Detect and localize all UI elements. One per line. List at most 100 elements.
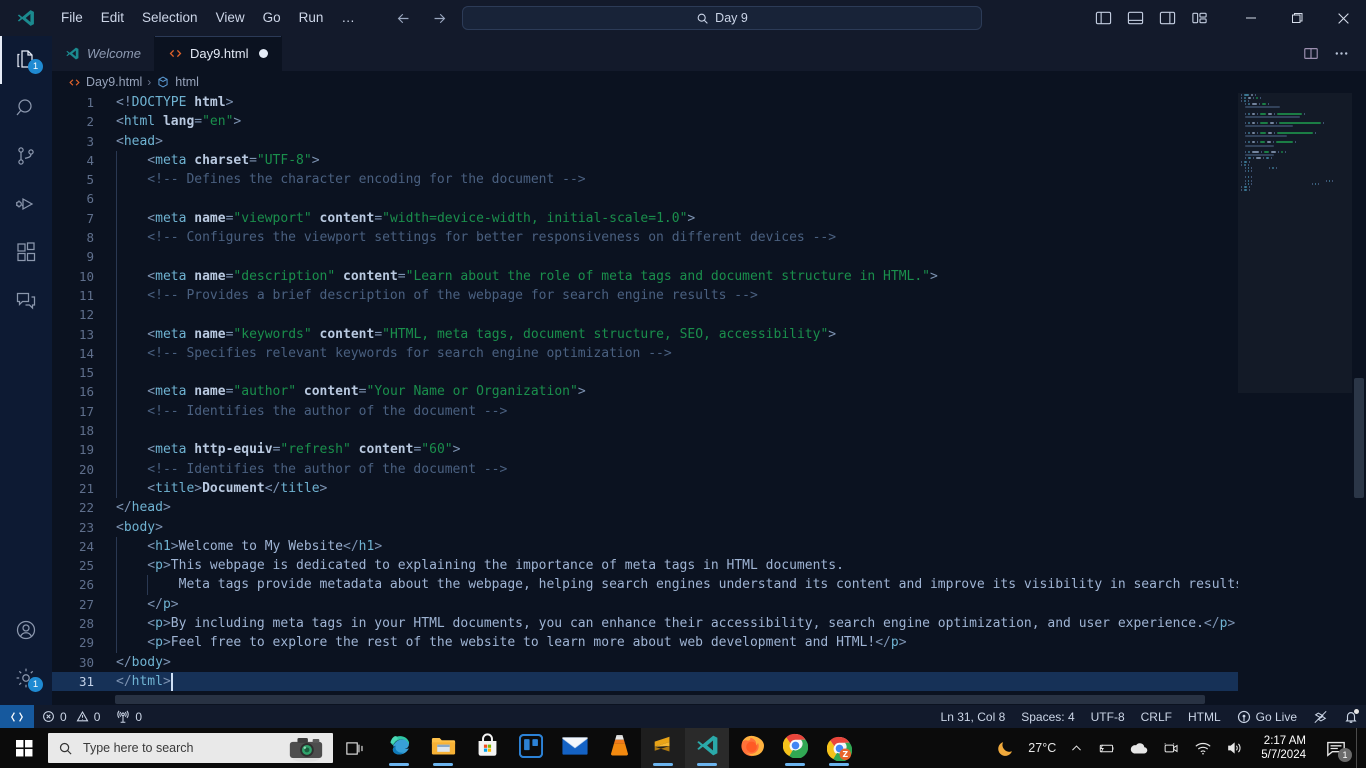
taskbar-app-microsoft-edge[interactable] [377,728,421,768]
weather-widget[interactable]: 27°C [989,728,1063,768]
code-line-content[interactable] [108,305,1238,325]
taskbar-app-visual-studio-code[interactable] [685,728,729,768]
editor-horizontal-scrollbar[interactable] [52,694,1352,705]
taskbar-app-chrome-zoom[interactable]: Z [817,728,861,768]
code-line-content[interactable]: <!-- Provides a brief description of the… [108,285,1238,306]
code-line-content[interactable] [108,421,1238,441]
code-line[interactable]: 27 </p> [52,594,1238,615]
breadcrumb-file[interactable]: Day9.html [68,75,142,89]
code-line[interactable]: 24 <h1>Welcome to My Website</h1> [52,536,1238,557]
code-line-content[interactable]: <meta name="viewport" content="width=dev… [108,208,1238,229]
menu-go[interactable]: Go [254,0,290,36]
taskbar-clock[interactable]: 2:17 AM 5/7/2024 [1251,728,1316,768]
menu-more[interactable]: … [332,0,364,36]
wifi-icon[interactable] [1187,728,1219,768]
code-line-content[interactable]: <!-- Specifies relevant keywords for sea… [108,343,1238,364]
code-line[interactable]: 7 <meta name="viewport" content="width=d… [52,208,1238,229]
tab-welcome[interactable]: Welcome [52,36,155,71]
menu-view[interactable]: View [207,0,254,36]
code-line[interactable]: 18 [52,421,1238,441]
notification-center-button[interactable]: 1 [1316,728,1356,768]
code-line[interactable]: 12 [52,305,1238,325]
code-line[interactable]: 8 <!-- Configures the viewport settings … [52,228,1238,248]
sidebar-item-accounts[interactable] [0,606,52,654]
status-intellicode[interactable] [1305,705,1336,728]
menu-selection[interactable]: Selection [133,0,207,36]
taskbar-app-mail[interactable] [553,728,597,768]
taskbar-app-firefox[interactable] [729,728,773,768]
menu-file[interactable]: File [52,0,92,36]
menu-edit[interactable]: Edit [92,0,133,36]
tab-day9-html[interactable]: Day9.html [154,36,283,71]
code-line-content[interactable]: </body> [108,653,1238,672]
code-line[interactable]: 4 <meta charset="UTF-8"> [52,150,1238,171]
toggle-primary-sidebar-icon[interactable] [1088,4,1118,32]
code-line[interactable]: 13 <meta name="keywords" content="HTML, … [52,324,1238,344]
camera-privacy-icon[interactable] [1156,728,1187,768]
code-line-content[interactable]: </p> [108,594,1238,615]
close-button[interactable] [1320,0,1366,36]
code-line[interactable]: 6 [52,189,1238,209]
code-line[interactable]: 23 <body> [52,518,1238,537]
search-input[interactable]: Type here to search [48,733,333,763]
code-line[interactable]: 5 <!-- Defines the character encoding fo… [52,170,1238,190]
code-line[interactable]: 14 <!-- Specifies relevant keywords for … [52,343,1238,364]
code-line[interactable]: 30 </body> [52,653,1238,672]
breadcrumb-symbol[interactable]: html [156,75,199,89]
code-line-content[interactable] [108,363,1238,383]
taskbar-app-microsoft-store[interactable] [465,728,509,768]
code-line-content[interactable]: <meta charset="UTF-8"> [108,150,1238,171]
code-line[interactable]: 31 </html> [52,671,1238,692]
status-editor-language[interactable]: HTML [1180,705,1229,728]
taskbar-app-file-explorer[interactable] [421,728,465,768]
code-line[interactable]: 15 [52,363,1238,383]
onedrive-cloud-icon[interactable] [1122,728,1156,768]
code-line[interactable]: 22 </head> [52,498,1238,517]
code-line-content[interactable]: Meta tags provide metadata about the web… [108,575,1238,595]
maximize-button[interactable] [1274,0,1320,36]
sidebar-item-manage-settings[interactable]: 1 [0,654,52,702]
code-line-content[interactable]: <h1>Welcome to My Website</h1> [108,536,1238,557]
code-line-content[interactable]: </html> [108,672,1238,691]
minimap-slider[interactable] [1238,93,1352,393]
code-line[interactable]: 3 <head> [52,132,1238,151]
code-line[interactable]: 17 <!-- Identifies the author of the doc… [52,401,1238,422]
code-line-content[interactable]: <meta name="keywords" content="HTML, met… [108,324,1238,344]
code-line[interactable]: 9 [52,247,1238,267]
windows-start-icon[interactable] [0,728,48,768]
show-desktop-button[interactable] [1356,728,1362,768]
sidebar-item-source-control[interactable] [0,132,52,180]
code-line[interactable]: 28 <p>By including meta tags in your HTM… [52,614,1238,634]
taskbar-app-trello[interactable] [509,728,553,768]
code-line-content[interactable]: <meta name="author" content="Your Name o… [108,382,1238,402]
status-go-live[interactable]: Go Live [1229,705,1305,728]
code-line-content[interactable]: <!DOCTYPE html> [108,93,1238,112]
code-line-content[interactable]: <meta http-equiv="refresh" content="60"> [108,440,1238,460]
code-line-content[interactable]: <!-- Defines the character encoding for … [108,170,1238,190]
code-line-content[interactable]: <!-- Identifies the author of the docume… [108,401,1238,422]
code-line-content[interactable]: <head> [108,132,1238,151]
code-line[interactable]: 26 Meta tags provide metadata about the … [52,575,1238,595]
taskbar-app-google-chrome[interactable] [773,728,817,768]
code-line-content[interactable]: <!-- Configures the viewport settings fo… [108,228,1238,248]
arrow-left-icon[interactable] [390,5,416,31]
minimize-button[interactable] [1228,0,1274,36]
menu-run[interactable]: Run [290,0,333,36]
task-view-icon[interactable] [333,728,377,768]
editor-vertical-scrollbar-thumb[interactable] [1354,378,1364,498]
arrow-right-icon[interactable] [426,5,452,31]
code-line-content[interactable]: <!-- Identifies the author of the docume… [108,459,1238,479]
chevron-up-icon[interactable] [1063,728,1090,768]
code-line-content[interactable]: <body> [108,518,1238,537]
code-line-content[interactable]: <title>Document</title> [108,478,1238,499]
command-center[interactable]: Day 9 [462,6,982,30]
sidebar-item-extensions[interactable] [0,228,52,276]
code-line[interactable]: 2 <html lang="en"> [52,112,1238,131]
remote-window-icon[interactable] [0,705,34,728]
code-line[interactable]: 20 <!-- Identifies the author of the doc… [52,459,1238,479]
code-line[interactable]: 11 <!-- Provides a brief description of … [52,285,1238,306]
customize-layout-icon[interactable] [1184,4,1214,32]
status-ports[interactable]: 0 [108,705,150,728]
ellipsis-icon[interactable] [1328,41,1354,67]
dirty-indicator-icon[interactable] [259,49,269,58]
